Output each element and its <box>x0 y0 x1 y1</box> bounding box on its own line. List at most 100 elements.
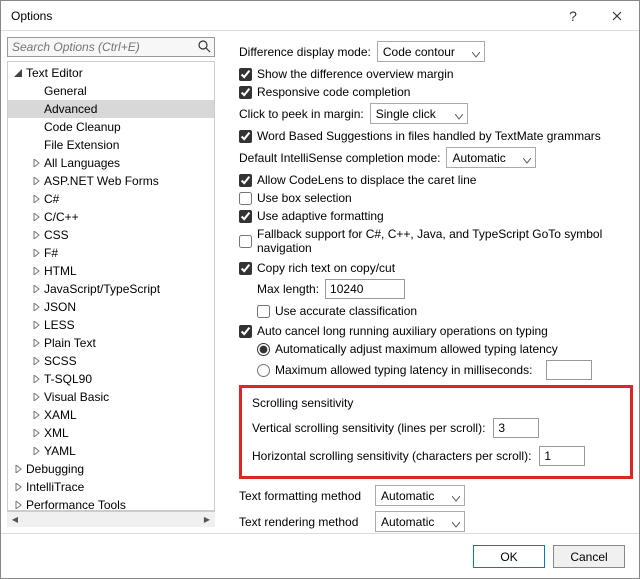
expand-icon[interactable] <box>30 337 42 349</box>
options-tree[interactable]: Text EditorGeneral Advanced Code CleanupFi… <box>7 61 215 511</box>
tree-node[interactable]: SCSS <box>8 352 214 370</box>
expand-icon[interactable] <box>30 391 42 403</box>
tree-node[interactable]: ASP.NET Web Forms <box>8 172 214 190</box>
tree-node-label: Debugging <box>26 462 84 476</box>
max-latency-radio[interactable] <box>257 364 270 377</box>
chevron-down-icon <box>472 47 480 61</box>
word-based-checkbox[interactable] <box>239 130 252 143</box>
expand-icon[interactable] <box>12 499 24 511</box>
responsive-completion-checkbox[interactable] <box>239 86 252 99</box>
tree-node[interactable]: File Extension <box>8 136 214 154</box>
accurate-class-checkbox[interactable] <box>257 305 270 318</box>
expand-icon[interactable] <box>30 319 42 331</box>
show-diff-margin-checkbox[interactable] <box>239 68 252 81</box>
tree-horizontal-scrollbar[interactable]: ◀ ▶ <box>7 511 215 527</box>
tree-node-label: Advanced <box>44 102 97 116</box>
tree-node[interactable]: XAML <box>8 406 214 424</box>
tree-node[interactable]: Code Cleanup <box>8 118 214 136</box>
tree-node[interactable]: LESS <box>8 316 214 334</box>
expand-icon[interactable] <box>30 247 42 259</box>
expand-icon[interactable] <box>30 193 42 205</box>
expand-icon[interactable] <box>30 427 42 439</box>
text-fmt-combo[interactable]: Automatic <box>375 485 465 506</box>
auto-cancel-checkbox[interactable] <box>239 325 252 338</box>
intellisense-combo[interactable]: Automatic <box>446 147 536 168</box>
tree-node[interactable]: Debugging <box>8 460 214 478</box>
expand-icon[interactable] <box>30 265 42 277</box>
cancel-button[interactable]: Cancel <box>553 545 625 568</box>
vscroll-input[interactable] <box>493 418 539 438</box>
tree-spacer <box>30 121 42 133</box>
max-latency-input[interactable] <box>546 360 592 380</box>
tree-node[interactable]: IntelliTrace <box>8 478 214 496</box>
tree-node[interactable]: General <box>8 82 214 100</box>
tree-node-label: Visual Basic <box>44 390 109 404</box>
text-render-label: Text rendering method <box>239 515 369 529</box>
max-length-label: Max length: <box>257 282 319 296</box>
tree-node[interactable]: C/C++ <box>8 208 214 226</box>
search-box <box>7 37 215 57</box>
collapse-icon[interactable] <box>12 67 24 79</box>
expand-icon[interactable] <box>30 211 42 223</box>
expand-icon[interactable] <box>12 481 24 493</box>
text-render-combo[interactable]: Automatic <box>375 511 465 532</box>
copy-rich-checkbox[interactable] <box>239 262 252 275</box>
expand-icon[interactable] <box>30 229 42 241</box>
tree-node[interactable]: C# <box>8 190 214 208</box>
expand-icon[interactable] <box>30 355 42 367</box>
chevron-down-icon <box>452 491 460 505</box>
tree-node[interactable]: Plain Text <box>8 334 214 352</box>
tree-node-label: HTML <box>44 264 77 278</box>
tree-node[interactable]: Text Editor <box>8 64 214 82</box>
tree-node[interactable]: HTML <box>8 262 214 280</box>
help-button[interactable]: ? <box>551 1 595 31</box>
expand-icon[interactable] <box>30 301 42 313</box>
click-peek-label: Click to peek in margin: <box>239 107 364 121</box>
tree-node[interactable]: JavaScript/TypeScript <box>8 280 214 298</box>
diff-mode-combo[interactable]: Code contour <box>377 41 485 62</box>
hscroll-input[interactable] <box>539 446 585 466</box>
box-selection-checkbox[interactable] <box>239 192 252 205</box>
click-peek-combo[interactable]: Single click <box>370 103 468 124</box>
tree-node[interactable]: XML <box>8 424 214 442</box>
expand-icon[interactable] <box>30 283 42 295</box>
tree-node[interactable]: Advanced <box>8 100 214 118</box>
tree-node[interactable]: Visual Basic <box>8 388 214 406</box>
max-length-input[interactable] <box>325 279 405 299</box>
scroll-left-icon[interactable]: ◀ <box>7 512 23 528</box>
tree-node[interactable]: JSON <box>8 298 214 316</box>
tree-spacer <box>30 139 42 151</box>
tree-node-label: Performance Tools <box>26 498 126 511</box>
tree-node-label: CSS <box>44 228 69 242</box>
expand-icon[interactable] <box>30 409 42 421</box>
scrolling-sensitivity-title: Scrolling sensitivity <box>252 396 620 410</box>
expand-icon[interactable] <box>30 175 42 187</box>
tree-node[interactable]: F# <box>8 244 214 262</box>
expand-icon[interactable] <box>30 157 42 169</box>
titlebar: Options ? <box>1 1 639 31</box>
diff-mode-label: Difference display mode: <box>239 45 371 59</box>
close-button[interactable] <box>595 1 639 31</box>
expand-icon[interactable] <box>30 445 42 457</box>
tree-node[interactable]: T-SQL90 <box>8 370 214 388</box>
scroll-right-icon[interactable]: ▶ <box>199 512 215 528</box>
expand-icon[interactable] <box>30 373 42 385</box>
auto-adjust-radio[interactable] <box>257 343 270 356</box>
search-icon[interactable] <box>198 40 211 56</box>
tree-node[interactable]: All Languages <box>8 154 214 172</box>
tree-node[interactable]: YAML <box>8 442 214 460</box>
tree-node[interactable]: Performance Tools <box>8 496 214 511</box>
ok-button[interactable]: OK <box>473 545 545 568</box>
tree-node[interactable]: CSS <box>8 226 214 244</box>
tree-spacer <box>30 103 42 115</box>
codelens-checkbox[interactable] <box>239 174 252 187</box>
expand-icon[interactable] <box>12 463 24 475</box>
tree-node-label: JSON <box>44 300 76 314</box>
adaptive-format-checkbox[interactable] <box>239 210 252 223</box>
chevron-down-icon <box>455 109 463 123</box>
vscroll-label: Vertical scrolling sensitivity (lines pe… <box>252 421 485 435</box>
tree-node-label: T-SQL90 <box>44 372 92 386</box>
search-input[interactable] <box>7 37 215 57</box>
tree-node-label: JavaScript/TypeScript <box>44 282 160 296</box>
fallback-goto-checkbox[interactable] <box>239 235 252 248</box>
